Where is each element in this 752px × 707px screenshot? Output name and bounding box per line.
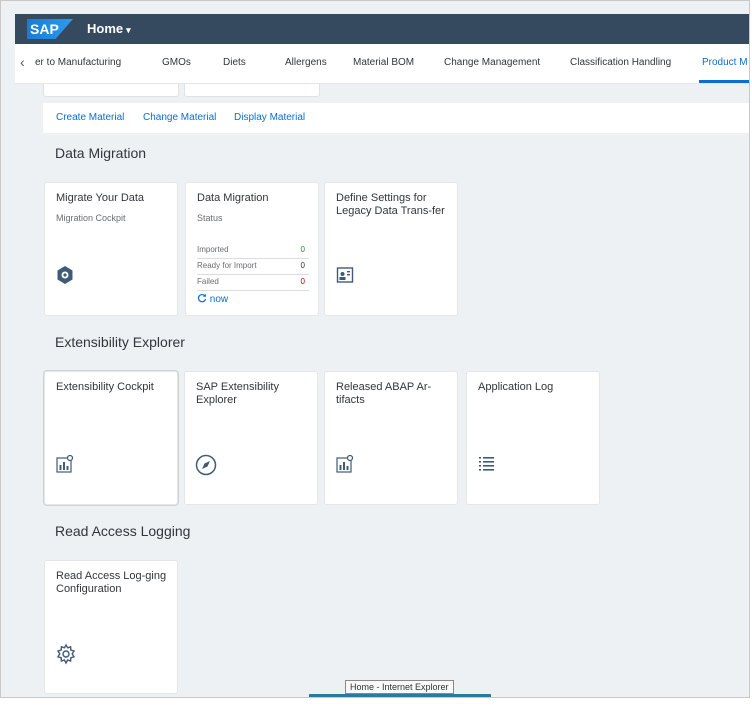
home-menu-button[interactable]: Home ▾ xyxy=(87,21,131,36)
tile-application-log[interactable]: Application Log xyxy=(466,371,600,505)
tab-diets[interactable]: Diets xyxy=(223,57,246,68)
tile-sap-extensibility-explorer[interactable]: SAP Extensibility Explorer xyxy=(184,371,318,505)
bar-chart-search-icon xyxy=(335,454,355,474)
status-label: Imported xyxy=(197,245,229,254)
tile-read-access-logging-configuration[interactable]: Read Access Log-ging Configuration xyxy=(44,560,178,694)
tile-released-abap-artifacts[interactable]: Released ABAP Ar-tifacts xyxy=(324,371,458,505)
previous-tile-bottom xyxy=(184,84,320,97)
status-label: Failed xyxy=(197,277,219,286)
section-title-extensibility-explorer: Extensibility Explorer xyxy=(55,334,185,350)
shell-bar: SAP Home ▾ xyxy=(15,14,749,44)
tile-title: Read Access Log-ging Configuration xyxy=(56,570,167,595)
tab-change-management[interactable]: Change Management xyxy=(444,57,540,68)
contact-card-icon xyxy=(335,265,355,285)
active-tab-indicator xyxy=(699,80,749,83)
scroll-left-icon[interactable]: ‹ xyxy=(20,54,25,70)
group-tab-bar: ‹ er to Manufacturing GMOs Diets Allerge… xyxy=(15,44,749,84)
tab-material-bom[interactable]: Material BOM xyxy=(353,57,414,68)
status-value: 0 xyxy=(300,261,305,270)
tab-manufacturing[interactable]: er to Manufacturing xyxy=(35,57,121,68)
status-label: Ready for Import xyxy=(197,261,257,270)
browser-window: SAP Home ▾ ‹ er to Manufacturing GMOs Die… xyxy=(0,0,750,698)
gear-icon xyxy=(55,643,76,665)
tab-product-master[interactable]: Product M xyxy=(702,57,748,68)
link-strip: Create Material Change Material Display … xyxy=(43,103,749,133)
tile-subtitle: Migration Cockpit xyxy=(56,213,126,223)
sap-logo: SAP xyxy=(27,19,73,39)
tile-title: Application Log xyxy=(478,381,554,393)
migration-status-table: Imported 0 Ready for Import 0 Failed 0 xyxy=(197,243,309,291)
previous-tile-bottom xyxy=(43,84,179,97)
tile-title: Released ABAP Ar-tifacts xyxy=(336,381,432,406)
tile-title: Migrate Your Data xyxy=(56,192,145,204)
tile-migrate-your-data[interactable]: Migrate Your Data Migration Cockpit xyxy=(44,182,178,316)
migration-icon xyxy=(55,265,75,285)
create-material-link[interactable]: Create Material xyxy=(56,112,124,123)
tile-data-migration-status[interactable]: Data Migration Status Imported 0 Ready f… xyxy=(185,182,319,316)
refresh-icon xyxy=(197,293,207,303)
home-label: Home xyxy=(87,21,124,36)
section-title-data-migration: Data Migration xyxy=(55,145,147,161)
tile-title: Define Settings for Legacy Data Trans-fe… xyxy=(336,192,445,217)
taskbar-indicator xyxy=(309,694,491,697)
status-row-imported: Imported 0 xyxy=(197,243,309,259)
compass-icon xyxy=(195,454,217,476)
status-row-ready: Ready for Import 0 xyxy=(197,259,309,275)
tile-title: Extensibility Cockpit xyxy=(56,381,154,393)
window-tooltip: Home - Internet Explorer xyxy=(345,680,454,694)
display-material-link[interactable]: Display Material xyxy=(234,112,305,123)
tab-classification-handling[interactable]: Classification Handling xyxy=(570,57,671,68)
tile-subtitle: Status xyxy=(197,213,223,223)
tile-title: Data Migration xyxy=(197,192,269,204)
status-row-failed: Failed 0 xyxy=(197,275,309,291)
change-material-link[interactable]: Change Material xyxy=(143,112,216,123)
tile-define-settings-legacy-data[interactable]: Define Settings for Legacy Data Trans-fe… xyxy=(324,182,458,316)
refresh-now[interactable]: now xyxy=(197,293,228,305)
refresh-time: now xyxy=(209,294,229,305)
tile-extensibility-cockpit[interactable]: Extensibility Cockpit xyxy=(44,371,178,505)
section-title-read-access-logging: Read Access Logging xyxy=(55,523,191,539)
tab-gmos[interactable]: GMOs xyxy=(162,57,191,68)
tab-allergens[interactable]: Allergens xyxy=(285,57,327,68)
status-value: 0 xyxy=(300,245,305,254)
list-icon xyxy=(477,454,497,474)
status-value: 0 xyxy=(300,277,305,286)
chevron-down-icon: ▾ xyxy=(126,25,131,35)
bar-chart-search-icon xyxy=(55,454,75,474)
tile-title: SAP Extensibility Explorer xyxy=(196,381,279,406)
